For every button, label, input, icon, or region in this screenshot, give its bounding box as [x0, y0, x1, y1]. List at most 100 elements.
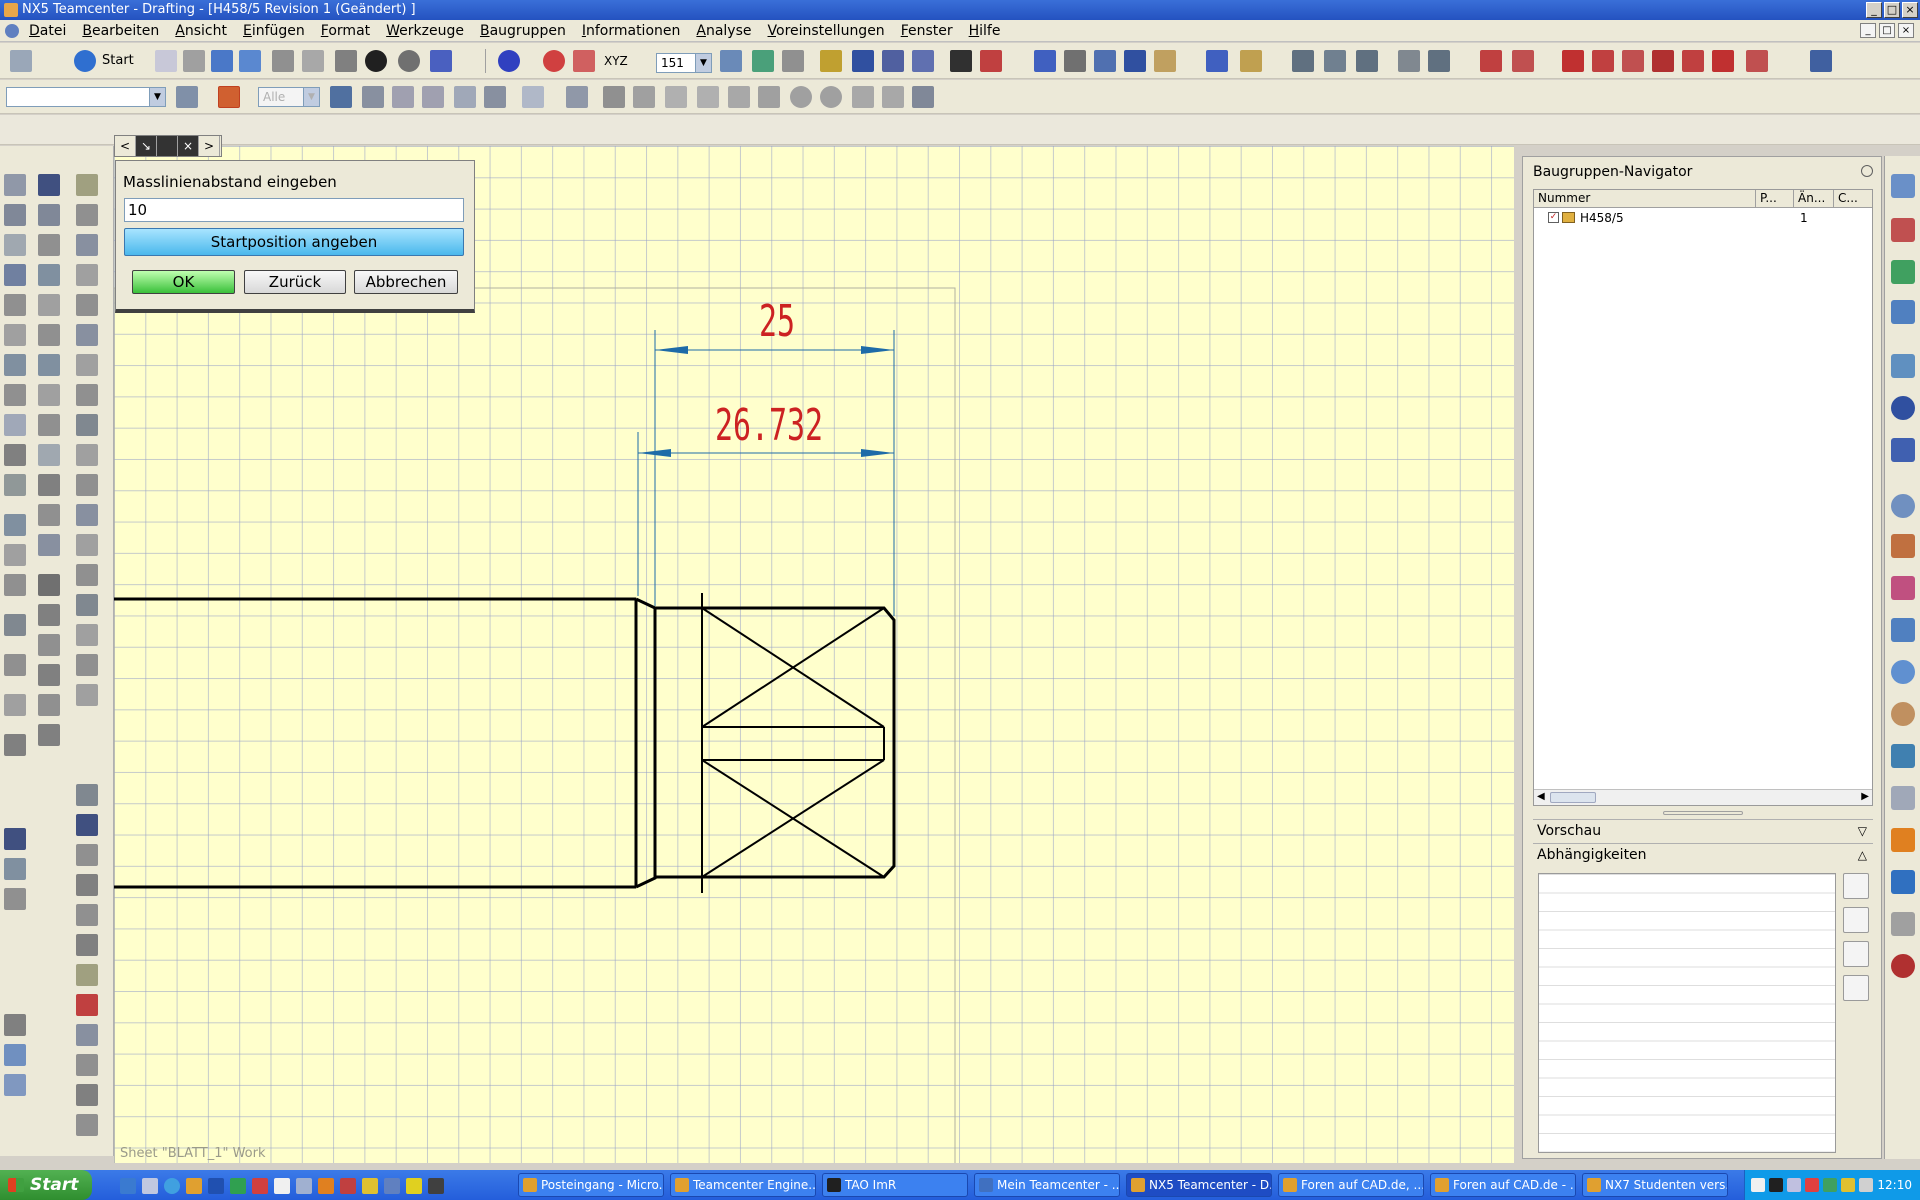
menu-werkzeuge[interactable]: Werkzeuge	[385, 22, 465, 40]
snap-options-icon[interactable]	[912, 86, 934, 108]
drafting-tool-icon[interactable]	[38, 234, 60, 256]
dialog-close-button[interactable]: ×	[178, 136, 199, 156]
start-menu-button[interactable]: Start	[102, 50, 134, 72]
drafting-tool-icon[interactable]	[4, 694, 26, 716]
cube-icon[interactable]	[1891, 828, 1915, 852]
quicklaunch-icon[interactable]	[142, 1178, 158, 1194]
drawing-sheet-icon[interactable]	[1480, 50, 1502, 72]
pin-icon[interactable]	[1861, 165, 1873, 177]
close-button[interactable]: ×	[1902, 2, 1918, 18]
undo-icon[interactable]	[365, 50, 387, 72]
select-icon[interactable]	[430, 50, 452, 72]
arrow-left-icon[interactable]	[1843, 941, 1869, 967]
start-button[interactable]: Start	[0, 1170, 92, 1200]
drafting-tool-icon[interactable]	[38, 694, 60, 716]
menu-informationen[interactable]: Informationen	[581, 22, 682, 40]
start-position-button[interactable]: Startposition angeben	[124, 228, 464, 256]
hatch-pattern-icon[interactable]	[4, 1044, 26, 1066]
drafting-tool-icon[interactable]	[38, 324, 60, 346]
dependencies-section-header[interactable]: Abhängigkeiten △	[1533, 843, 1873, 865]
tray-icon[interactable]	[1841, 1178, 1855, 1192]
dimension-tool-icon[interactable]	[76, 204, 98, 226]
quicklaunch-icon[interactable]	[230, 1178, 246, 1194]
fill-pattern-icon[interactable]	[4, 1074, 26, 1096]
drafting-tool-icon[interactable]	[76, 1114, 98, 1136]
menu-bearbeiten[interactable]: Bearbeiten	[81, 22, 160, 40]
drafting-tool-icon[interactable]	[4, 294, 26, 316]
drafting-tool-icon[interactable]	[38, 384, 60, 406]
drafting-tool-icon[interactable]	[4, 888, 26, 910]
dimension-tool-icon[interactable]	[76, 384, 98, 406]
column-header-p[interactable]: P...	[1756, 190, 1794, 208]
back-button[interactable]: Zurück	[244, 270, 346, 294]
center-point-icon[interactable]	[790, 86, 812, 108]
invert-display-icon[interactable]	[882, 50, 904, 72]
dimension-tool-icon[interactable]	[76, 504, 98, 526]
drafting-tool-icon[interactable]	[4, 384, 26, 406]
drafting-tool-icon[interactable]	[76, 1024, 98, 1046]
layer-settings-icon[interactable]	[720, 50, 742, 72]
drafting-tool-icon[interactable]	[38, 204, 60, 226]
quicklaunch-icon[interactable]	[296, 1178, 312, 1194]
dimension-text-25[interactable]: 25	[759, 295, 795, 346]
drafting-tool-icon[interactable]	[76, 874, 98, 896]
start-app-icon[interactable]	[74, 50, 96, 72]
drafting-tool-icon[interactable]	[38, 354, 60, 376]
drafting-tool-icon[interactable]	[76, 1084, 98, 1106]
drafting-tool-icon[interactable]	[4, 444, 26, 466]
part-geometry[interactable]	[114, 593, 896, 893]
record-icon[interactable]	[1891, 954, 1915, 978]
cut-icon[interactable]	[272, 50, 294, 72]
column-header-changes[interactable]: Än...	[1794, 190, 1834, 208]
drafting-tool-icon[interactable]	[76, 994, 98, 1016]
drafting-tool-icon[interactable]	[76, 784, 98, 806]
dimension-tool-icon[interactable]	[76, 564, 98, 586]
snap-point-icon[interactable]	[218, 86, 240, 108]
dimension-tool-icon[interactable]	[76, 684, 98, 706]
intersection-icon[interactable]	[484, 86, 506, 108]
print-icon[interactable]	[10, 50, 32, 72]
pan-icon[interactable]	[1154, 50, 1176, 72]
view-top-icon[interactable]	[1324, 50, 1346, 72]
drafting-tool-icon[interactable]	[38, 634, 60, 656]
horizontal-scrollbar[interactable]: ◀ ▶	[1534, 789, 1872, 805]
curve-rule-icon[interactable]	[330, 86, 352, 108]
preview-section-header[interactable]: Vorschau ▽	[1533, 819, 1873, 841]
drafting-tool-icon[interactable]	[38, 474, 60, 496]
offset-input[interactable]	[124, 198, 464, 222]
move-layer-icon[interactable]	[782, 50, 804, 72]
detail-view-icon[interactable]	[1652, 50, 1674, 72]
scope-filter-select[interactable]: Alle ▼	[258, 87, 320, 107]
tray-icon[interactable]	[1823, 1178, 1837, 1192]
hatch-icon[interactable]	[4, 1014, 26, 1036]
quicklaunch-icon[interactable]	[274, 1178, 290, 1194]
angled-line-icon[interactable]	[697, 86, 719, 108]
search-icon[interactable]	[1843, 873, 1869, 899]
measure-icon[interactable]	[573, 50, 595, 72]
drafting-tool-icon[interactable]	[38, 444, 60, 466]
tray-icon[interactable]	[1787, 1178, 1801, 1192]
show-hide-icon[interactable]	[820, 50, 842, 72]
drafting-tool-icon[interactable]	[38, 264, 60, 286]
open-file-icon[interactable]	[183, 50, 205, 72]
dimension-tool-icon[interactable]	[76, 444, 98, 466]
menu-format[interactable]: Format	[320, 22, 371, 40]
help-icon[interactable]	[1891, 438, 1915, 462]
task-teamcenter-engineering[interactable]: Teamcenter Engine...	[670, 1173, 816, 1197]
drafting-tool-icon[interactable]	[4, 204, 26, 226]
menu-einfuegen[interactable]: Einfügen	[242, 22, 306, 40]
cloud-icon[interactable]	[1891, 870, 1915, 894]
text-tool-icon[interactable]	[4, 828, 26, 850]
arrow-right-icon[interactable]	[1843, 907, 1869, 933]
tray-icon[interactable]	[1769, 1178, 1783, 1192]
quicklaunch-icon[interactable]	[340, 1178, 356, 1194]
mdi-restore-button[interactable]: □	[1879, 23, 1895, 38]
fit-icon[interactable]	[1034, 50, 1056, 72]
drafting-tool-icon[interactable]	[38, 604, 60, 626]
save-all-icon[interactable]	[239, 50, 261, 72]
web-browser-tab-icon[interactable]	[1891, 354, 1915, 378]
dimension-tool-icon[interactable]	[76, 654, 98, 676]
drafting-tool-icon[interactable]	[4, 474, 26, 496]
selection-scope-icon[interactable]	[176, 86, 198, 108]
view-iso-icon[interactable]	[1356, 50, 1378, 72]
